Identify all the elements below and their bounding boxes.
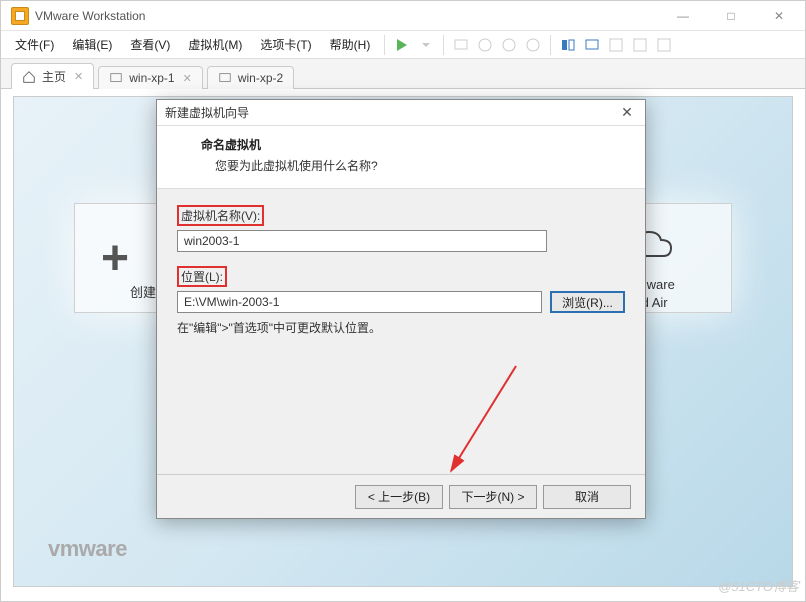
view-single-icon[interactable] <box>557 34 579 56</box>
revert-icon[interactable] <box>498 34 520 56</box>
watermark: @51CTO博客 <box>718 576 799 595</box>
menu-bar: 文件(F) 编辑(E) 查看(V) 虚拟机(M) 选项卡(T) 帮助(H) <box>1 31 805 59</box>
browse-button[interactable]: 浏览(R)... <box>550 291 625 313</box>
menu-edit[interactable]: 编辑(E) <box>64 32 120 57</box>
snapshot-icon[interactable] <box>474 34 496 56</box>
tab-winxp1-label: win-xp-1 <box>129 71 174 85</box>
screen-icon[interactable] <box>450 34 472 56</box>
vm-icon <box>218 71 232 85</box>
menu-help[interactable]: 帮助(H) <box>322 32 379 57</box>
tab-close-icon[interactable]: ✕ <box>183 72 192 85</box>
dropdown-icon[interactable] <box>415 34 437 56</box>
vmware-logo: vmware <box>48 536 127 562</box>
dialog-close-button[interactable]: ✕ <box>617 103 637 123</box>
menu-file[interactable]: 文件(F) <box>7 32 62 57</box>
vm-name-label: 虚拟机名称(V): <box>177 205 264 226</box>
maximize-button[interactable]: □ <box>709 2 753 30</box>
dialog-footer: < 上一步(B) 下一步(N) > 取消 <box>157 474 645 518</box>
app-icon <box>11 7 29 25</box>
tab-strip: 主页 ✕ win-xp-1 ✕ win-xp-2 <box>1 59 805 89</box>
minimize-button[interactable]: — <box>661 2 705 30</box>
unity-icon[interactable] <box>629 34 651 56</box>
fullscreen-icon[interactable] <box>605 34 627 56</box>
vm-icon <box>109 71 123 85</box>
tab-home-label: 主页 <box>42 68 66 85</box>
dialog-body: 虚拟机名称(V): 位置(L): 浏览(R)... 在"编辑">"首选项"中可更… <box>157 189 645 352</box>
window-titlebar: VMware Workstation — □ ✕ <box>1 1 805 31</box>
dialog-header: 命名虚拟机 您要为此虚拟机使用什么名称? <box>157 126 645 189</box>
close-button[interactable]: ✕ <box>757 2 801 30</box>
tab-winxp2[interactable]: win-xp-2 <box>207 66 294 89</box>
menu-vm[interactable]: 虚拟机(M) <box>180 32 250 57</box>
tab-close-icon[interactable]: ✕ <box>74 70 83 83</box>
window-title: VMware Workstation <box>35 9 661 23</box>
new-vm-wizard-dialog: 新建虚拟机向导 ✕ 命名虚拟机 您要为此虚拟机使用什么名称? 虚拟机名称(V):… <box>156 99 646 519</box>
home-icon <box>22 70 36 84</box>
menu-view[interactable]: 查看(V) <box>122 32 178 57</box>
next-button[interactable]: 下一步(N) > <box>449 485 537 509</box>
menu-tabs[interactable]: 选项卡(T) <box>252 32 319 57</box>
cancel-button[interactable]: 取消 <box>543 485 631 509</box>
back-button[interactable]: < 上一步(B) <box>355 485 443 509</box>
manage-icon[interactable] <box>522 34 544 56</box>
tab-home[interactable]: 主页 ✕ <box>11 63 94 89</box>
view-console-icon[interactable] <box>581 34 603 56</box>
dialog-heading: 命名虚拟机 <box>201 136 627 153</box>
location-label: 位置(L): <box>177 266 227 287</box>
tab-winxp1[interactable]: win-xp-1 ✕ <box>98 66 203 89</box>
vm-name-input[interactable] <box>177 230 547 252</box>
location-input[interactable] <box>177 291 542 313</box>
tab-winxp2-label: win-xp-2 <box>238 71 283 85</box>
library-icon[interactable] <box>653 34 675 56</box>
dialog-titlebar: 新建虚拟机向导 ✕ <box>157 100 645 126</box>
create-vm-plus-icon[interactable]: + <box>75 231 155 286</box>
dialog-subheading: 您要为此虚拟机使用什么名称? <box>215 157 627 174</box>
play-icon[interactable] <box>391 34 413 56</box>
location-note: 在"编辑">"首选项"中可更改默认位置。 <box>177 319 625 336</box>
dialog-title: 新建虚拟机向导 <box>165 104 249 121</box>
